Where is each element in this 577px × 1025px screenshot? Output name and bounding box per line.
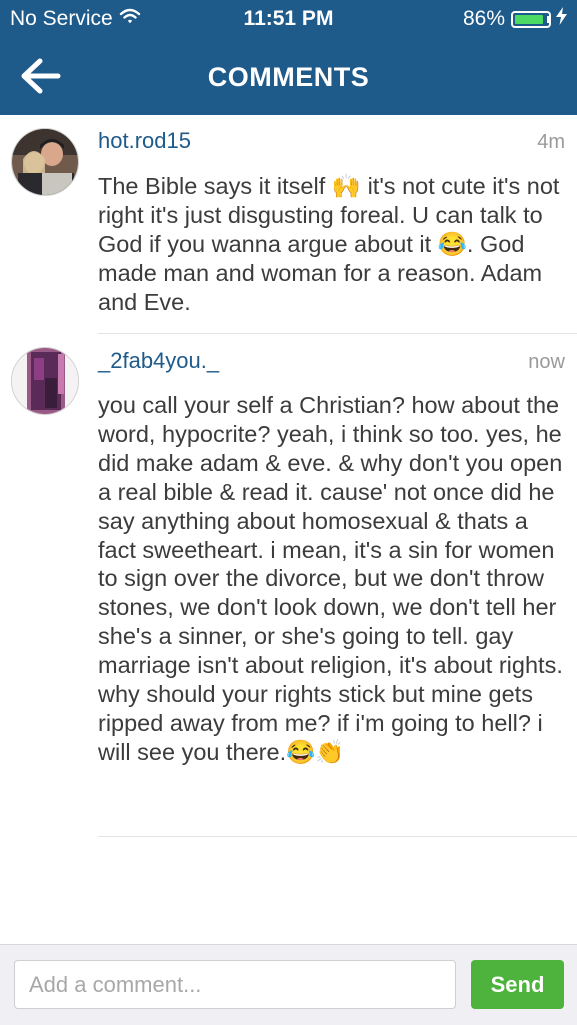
battery-percent: 86% bbox=[462, 7, 505, 30]
comment-text: The Bible says it itself 🙌 it's not cute… bbox=[98, 173, 560, 315]
battery-fill bbox=[515, 14, 543, 24]
comment-time: now bbox=[528, 351, 565, 373]
comment-text: you call your self a Christian? how abou… bbox=[98, 392, 563, 765]
comment-username[interactable]: _2fab4you._ bbox=[98, 348, 219, 374]
status-bar: No Service 11:51 PM 86% bbox=[0, 0, 577, 38]
avatar[interactable] bbox=[11, 128, 79, 196]
send-button[interactable]: Send bbox=[471, 960, 564, 1009]
status-right: 86% bbox=[463, 7, 567, 31]
comment-username[interactable]: hot.rod15 bbox=[98, 128, 191, 154]
avatar[interactable] bbox=[11, 347, 79, 415]
nav-bar: COMMENTS bbox=[0, 38, 577, 115]
lightning-bolt-icon bbox=[556, 7, 567, 31]
comment-time: 4m bbox=[537, 131, 565, 153]
battery-icon bbox=[511, 10, 551, 28]
comment-composer: Send bbox=[0, 944, 577, 1025]
divider bbox=[98, 333, 577, 334]
comment-input[interactable] bbox=[14, 960, 456, 1009]
divider bbox=[98, 836, 577, 837]
page-title: COMMENTS bbox=[207, 62, 370, 92]
